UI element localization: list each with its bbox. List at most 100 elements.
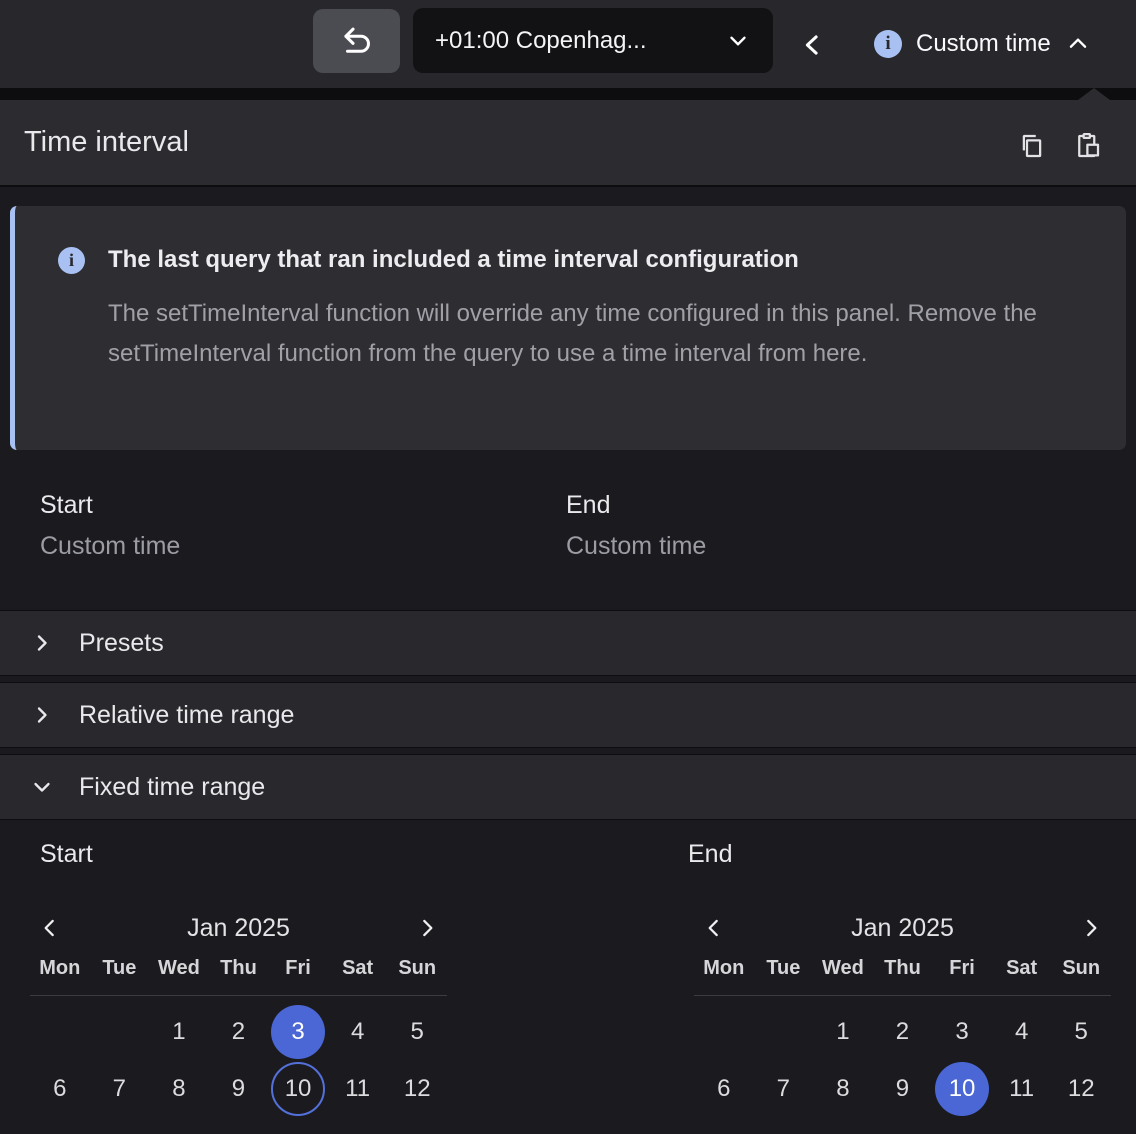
calendar-day[interactable]: 10 (935, 1062, 989, 1116)
collapse-left-button[interactable] (794, 26, 832, 64)
calendar-day-cell: 6 (30, 1062, 90, 1116)
chevron-left-icon (701, 915, 727, 941)
chevron-right-icon (30, 703, 54, 727)
calendar-day[interactable]: 3 (271, 1005, 325, 1059)
panel-title: Time interval (24, 126, 189, 159)
time-interval-panel-body: i The last query that ran included a tim… (0, 189, 1136, 1134)
next-month-button[interactable] (1075, 913, 1107, 943)
previous-month-button[interactable] (698, 913, 730, 943)
toolbar-panel-divider (0, 88, 1136, 100)
section-relative-time-range[interactable]: Relative time range (0, 682, 1136, 748)
next-month-button[interactable] (411, 913, 443, 943)
calendar-day[interactable]: 12 (390, 1062, 444, 1116)
chevron-up-icon (1065, 31, 1091, 57)
info-icon: i (58, 247, 85, 274)
calendar-day[interactable]: 1 (152, 1005, 206, 1059)
copy-icon (1017, 130, 1047, 162)
weekday-label: Sun (1051, 957, 1111, 980)
calendar-day[interactable]: 8 (816, 1062, 870, 1116)
info-icon: i (874, 30, 902, 58)
calendar-month-label: Jan 2025 (694, 907, 1111, 949)
calendar-day[interactable]: 10 (271, 1062, 325, 1116)
copy-button[interactable] (1010, 126, 1054, 166)
calendar-day-cell: 3 (268, 1005, 328, 1059)
calendar-day-grid: 123456789101112 (30, 1005, 447, 1116)
calendar-day-grid: 123456789101112 (694, 1005, 1111, 1116)
calendar-day[interactable]: 5 (1054, 1005, 1108, 1059)
end-field-value: Custom time (566, 532, 706, 561)
previous-month-button[interactable] (34, 913, 66, 943)
calendar-day-cell: 2 (873, 1005, 933, 1059)
calendar-day-cell: 8 (813, 1062, 873, 1116)
calendar-day-cell: 6 (694, 1062, 754, 1116)
weekday-header-row: MonTueWedThuFriSatSun (30, 957, 447, 980)
calendar-day-cell: 8 (149, 1062, 209, 1116)
undo-button[interactable] (313, 9, 400, 73)
chevron-right-icon (414, 915, 440, 941)
top-toolbar: +01:00 Copenhag... i Custom time (0, 0, 1136, 88)
calendar-day[interactable]: 2 (211, 1005, 265, 1059)
section-label: Fixed time range (79, 773, 265, 802)
calendar-day[interactable]: 6 (697, 1062, 751, 1116)
calendar-day-cell: 1 (813, 1005, 873, 1059)
paste-button[interactable] (1066, 126, 1110, 166)
calendar-day[interactable]: 6 (33, 1062, 87, 1116)
calendar-day-cell: 11 (992, 1062, 1052, 1116)
calendar-day[interactable]: 4 (995, 1005, 1049, 1059)
calendar-day-cell: 1 (149, 1005, 209, 1059)
weekday-label: Thu (209, 957, 269, 980)
calendar-day-cell (90, 1005, 150, 1059)
weekday-label: Tue (754, 957, 814, 980)
calendar-day[interactable]: 7 (92, 1062, 146, 1116)
calendar-day[interactable]: 11 (331, 1062, 385, 1116)
weekday-label: Mon (694, 957, 754, 980)
start-calendar: Jan 2025 MonTueWedThuFriSatSun 123456789… (30, 907, 447, 1116)
calendar-day[interactable]: 9 (211, 1062, 265, 1116)
calendar-day[interactable]: 8 (152, 1062, 206, 1116)
start-field-value: Custom time (40, 532, 180, 561)
custom-time-label: Custom time (916, 30, 1051, 58)
calendar-day-cell (754, 1005, 814, 1059)
calendar-month-label: Jan 2025 (30, 907, 447, 949)
calendar-divider (694, 995, 1111, 996)
section-fixed-time-range[interactable]: Fixed time range (0, 754, 1136, 820)
weekday-label: Sat (328, 957, 388, 980)
section-label: Relative time range (79, 701, 294, 730)
weekday-label: Fri (268, 957, 328, 980)
calendar-day[interactable]: 12 (1054, 1062, 1108, 1116)
chevron-down-icon (725, 28, 751, 54)
calendar-day[interactable]: 3 (935, 1005, 989, 1059)
calendar-day-cell: 4 (328, 1005, 388, 1059)
calendar-day-cell: 3 (932, 1005, 992, 1059)
weekday-label: Sun (387, 957, 447, 980)
weekday-label: Sat (992, 957, 1052, 980)
start-field-label: Start (40, 491, 93, 520)
end-field-label: End (566, 491, 610, 520)
calendar-day[interactable]: 11 (995, 1062, 1049, 1116)
calendar-day-cell: 9 (209, 1062, 269, 1116)
start-calendar-heading: Start (40, 840, 93, 869)
paste-icon (1073, 130, 1103, 162)
calendar-day-cell: 12 (1051, 1062, 1111, 1116)
chevron-right-icon (30, 631, 54, 655)
custom-time-button[interactable]: i Custom time (862, 0, 1103, 88)
calendar-day[interactable]: 2 (875, 1005, 929, 1059)
section-presets[interactable]: Presets (0, 610, 1136, 676)
chevron-right-icon (1078, 915, 1104, 941)
weekday-label: Wed (813, 957, 873, 980)
calendar-day[interactable]: 4 (331, 1005, 385, 1059)
popup-notch (1078, 88, 1110, 100)
calendar-day[interactable]: 5 (390, 1005, 444, 1059)
calendar-day-cell: 5 (1051, 1005, 1111, 1059)
weekday-label: Fri (932, 957, 992, 980)
calendar-day[interactable]: 1 (816, 1005, 870, 1059)
calendar-day-cell (30, 1005, 90, 1059)
calendar-day-cell: 7 (754, 1062, 814, 1116)
calendar-day[interactable]: 9 (875, 1062, 929, 1116)
calendar-day-cell: 5 (387, 1005, 447, 1059)
chevron-down-icon (30, 775, 54, 799)
banner-body-text: The setTimeInterval function will overri… (108, 294, 1110, 374)
calendar-day[interactable]: 7 (756, 1062, 810, 1116)
calendar-day-cell: 4 (992, 1005, 1052, 1059)
timezone-dropdown[interactable]: +01:00 Copenhag... (413, 8, 773, 73)
